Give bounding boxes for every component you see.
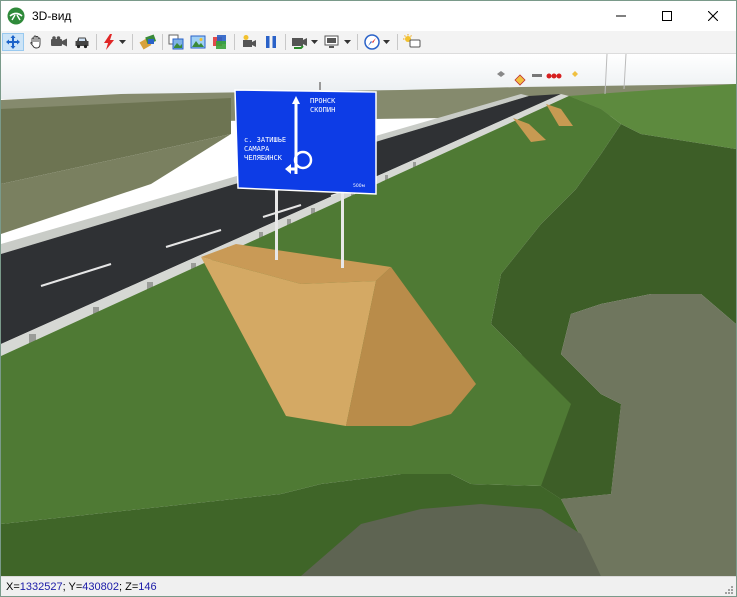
- light-icon: [403, 34, 421, 48]
- toolbar-separator: [234, 34, 235, 50]
- move-tool-button[interactable]: [2, 33, 24, 51]
- toolbar-separator: [132, 34, 133, 50]
- sign-distance: 500м: [353, 183, 365, 189]
- toolbar-separator: [285, 34, 286, 50]
- maximize-button[interactable]: [644, 1, 690, 31]
- navigation-dropdown-button[interactable]: [361, 33, 393, 51]
- resize-grip-icon[interactable]: [724, 585, 734, 595]
- chevron-down-icon: [383, 40, 390, 44]
- paint-button[interactable]: [137, 33, 159, 51]
- copy-view-icon: [168, 34, 184, 50]
- image-icon: [190, 35, 206, 49]
- x-coordinate: 1332527: [19, 581, 63, 593]
- 3d-viewport[interactable]: ПРОНСК СКОПИН с. ЗАТИШЬЕ САМАРА ЧЕЛЯБИНС…: [1, 54, 736, 576]
- minimize-button[interactable]: [598, 1, 644, 31]
- light-settings-button[interactable]: [401, 33, 423, 51]
- pause-button[interactable]: [261, 33, 281, 51]
- sign-post-right: [341, 186, 344, 268]
- video-export-icon: [291, 38, 307, 49]
- copy-view-button[interactable]: [166, 33, 186, 51]
- compass-icon: [364, 34, 380, 50]
- sign-left-line1: с. ЗАТИШЬЕ: [244, 136, 286, 144]
- coordinates-readout: X=1332527; Y=430802; Z=146: [6, 581, 157, 593]
- toolbar-separator: [397, 34, 398, 50]
- video-export-dropdown-button[interactable]: [289, 33, 319, 51]
- close-icon: [708, 11, 718, 21]
- effects-dropdown-button[interactable]: [100, 33, 128, 51]
- chevron-down-icon: [119, 40, 126, 44]
- record-icon: [243, 35, 256, 47]
- camera-tool-button[interactable]: [48, 33, 70, 51]
- drive-tool-button[interactable]: [72, 33, 92, 51]
- save-image-button[interactable]: [188, 33, 208, 51]
- pause-icon: [266, 36, 276, 48]
- toolbar-separator: [162, 34, 163, 50]
- sign-left-line2: САМАРА: [244, 145, 270, 153]
- screen-export-dropdown-button[interactable]: [322, 33, 352, 51]
- lightning-icon: [104, 34, 114, 50]
- record-button[interactable]: [239, 33, 259, 51]
- sign-left-line3: ЧЕЛЯБИНСК: [244, 154, 283, 162]
- sign-top-line1: ПРОНСК: [310, 97, 336, 105]
- far-sign-bar: [532, 74, 542, 77]
- chevron-down-icon: [310, 40, 318, 44]
- close-button[interactable]: [690, 1, 736, 31]
- z-coordinate: 146: [138, 581, 157, 593]
- toolbar-separator: [357, 34, 358, 50]
- chevron-down-icon: [343, 40, 351, 44]
- paint-icon: [139, 34, 157, 50]
- window-title: 3D-вид: [32, 9, 72, 23]
- layers-button[interactable]: [210, 33, 230, 51]
- sign-top-line2: СКОПИН: [310, 106, 335, 114]
- 3d-scene[interactable]: ПРОНСК СКОПИН с. ЗАТИШЬЕ САМАРА ЧЕЛЯБИНС…: [1, 54, 736, 576]
- move-icon: [6, 35, 20, 49]
- y-coordinate: 430802: [82, 581, 119, 593]
- toolbar-separator: [96, 34, 97, 50]
- 3d-view-window: 3D-вид ПРОНСК СКОПИН с. ЗАТИШЬЕ САМАРА Ч…: [0, 0, 737, 597]
- status-bar: X=1332527; Y=430802; Z=146: [1, 576, 736, 596]
- sign-post-left: [275, 184, 278, 260]
- toolbar: [1, 31, 736, 54]
- camera-icon: [51, 36, 67, 47]
- title-bar[interactable]: 3D-вид: [1, 1, 736, 31]
- maximize-icon: [662, 11, 672, 21]
- screen-export-icon: [324, 35, 338, 48]
- far-chevrons: [546, 73, 562, 79]
- sign-post-top: [319, 82, 321, 90]
- app-road-icon: [7, 7, 25, 25]
- car-icon: [75, 37, 89, 49]
- pan-tool-button[interactable]: [26, 33, 46, 51]
- minimize-icon: [616, 15, 626, 17]
- road-direction-sign: ПРОНСК СКОПИН с. ЗАТИШЬЕ САМАРА ЧЕЛЯБИНС…: [234, 89, 377, 195]
- layers-icon: [213, 35, 226, 49]
- hand-icon: [30, 35, 41, 49]
